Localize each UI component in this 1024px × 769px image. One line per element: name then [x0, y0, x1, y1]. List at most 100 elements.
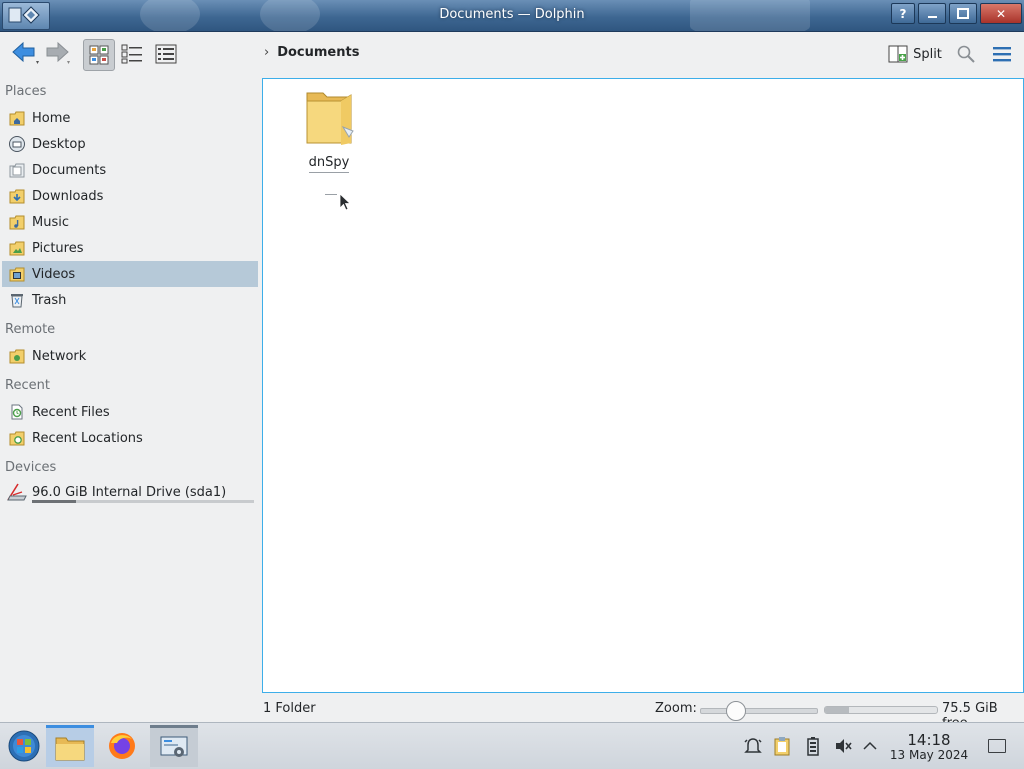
- restore-icon: [957, 8, 969, 19]
- place-label: Desktop: [32, 136, 86, 152]
- compact-view-button[interactable]: [118, 39, 146, 69]
- place-label: Recent Locations: [32, 430, 143, 446]
- music-folder-icon: [6, 211, 28, 233]
- volume-button[interactable]: [832, 735, 854, 757]
- details-view-button[interactable]: [152, 39, 180, 69]
- icons-view-button[interactable]: [83, 39, 115, 71]
- clock-date[interactable]: 13 May 2024: [888, 748, 970, 762]
- taskbar-dolphin[interactable]: [46, 725, 94, 767]
- network-folder-icon: [6, 345, 28, 367]
- place-recent-locations[interactable]: Recent Locations: [2, 425, 258, 451]
- minimize-icon: [927, 15, 937, 18]
- split-button[interactable]: Split: [886, 39, 944, 69]
- status-bar: 1 Folder Zoom: 75.5 GiB free: [0, 696, 1024, 731]
- desktop-icon: [6, 133, 28, 155]
- search-button[interactable]: [952, 39, 980, 69]
- hamburger-menu-icon: [993, 47, 1011, 62]
- home-folder-icon: [6, 107, 28, 129]
- chevron-right-icon: ›: [264, 45, 270, 60]
- volume-muted-icon: [836, 739, 852, 753]
- main-menu-button[interactable]: [988, 39, 1016, 69]
- expand-tray-button[interactable]: [859, 735, 881, 757]
- recent-locations-icon: [6, 427, 28, 449]
- place-label: Network: [32, 348, 87, 364]
- folder-label: dnSpy: [308, 155, 350, 173]
- zoom-label: Zoom:: [655, 701, 697, 716]
- breadcrumb-documents[interactable]: Documents: [277, 45, 359, 60]
- documents-folder-icon: [6, 159, 28, 181]
- details-view-icon: [155, 44, 177, 64]
- place-trash[interactable]: Trash: [2, 287, 258, 313]
- place-label: Music: [32, 214, 69, 230]
- clipboard-icon: [774, 737, 790, 756]
- selection-indicator: [325, 194, 337, 195]
- folder-icon: [306, 92, 354, 145]
- place-music[interactable]: Music: [2, 209, 258, 235]
- help-icon: ?: [899, 6, 907, 21]
- place-documents[interactable]: Documents: [2, 157, 258, 183]
- section-title-recent: Recent: [5, 378, 50, 393]
- clipboard-button[interactable]: [771, 735, 793, 757]
- trash-icon: [6, 289, 28, 311]
- window-title: Documents — Dolphin: [439, 7, 585, 22]
- section-title-devices: Devices: [5, 460, 57, 475]
- battery-button[interactable]: [802, 735, 824, 757]
- close-button[interactable]: ✕: [980, 3, 1022, 24]
- window-titlebar[interactable]: Documents — Dolphin ? ✕: [0, 0, 1024, 32]
- taskbar: 14:18 13 May 2024: [0, 722, 1024, 769]
- breadcrumb[interactable]: › Documents: [264, 45, 359, 60]
- zoom-slider-handle[interactable]: [725, 701, 746, 721]
- arrow-right-icon: [46, 41, 70, 64]
- drive-usage-bar: [32, 500, 254, 503]
- file-manager-icon: [55, 737, 85, 760]
- section-title-places: Places: [5, 84, 47, 99]
- place-label: Downloads: [32, 188, 104, 204]
- system-settings-icon: [160, 736, 188, 757]
- place-downloads[interactable]: Downloads: [2, 183, 258, 209]
- file-view[interactable]: dnSpy: [262, 78, 1024, 693]
- maximize-button[interactable]: [949, 3, 977, 24]
- folder-item-dnspy[interactable]: dnSpy: [299, 87, 359, 173]
- taskbar-system-settings[interactable]: [150, 725, 198, 767]
- icons-view-icon: [89, 45, 109, 65]
- place-home[interactable]: Home: [2, 105, 258, 131]
- search-icon: [957, 45, 975, 63]
- back-button[interactable]: [8, 39, 42, 69]
- place-videos[interactable]: Videos: [2, 261, 258, 287]
- close-icon: ✕: [995, 6, 1007, 21]
- videos-folder-icon: [6, 263, 28, 285]
- zoom-slider[interactable]: [700, 701, 818, 721]
- split-label: Split: [913, 46, 942, 62]
- battery-icon: [807, 737, 819, 756]
- split-view-icon: [888, 45, 908, 63]
- minimize-button[interactable]: [918, 3, 946, 24]
- place-network[interactable]: Network: [2, 343, 258, 369]
- place-desktop[interactable]: Desktop: [2, 131, 258, 157]
- taskbar-firefox[interactable]: [98, 725, 146, 767]
- place-label: Trash: [32, 292, 67, 308]
- notifications-icon: [744, 738, 762, 753]
- place-pictures[interactable]: Pictures: [2, 235, 258, 261]
- start-menu-button[interactable]: [0, 725, 48, 767]
- notifications-button[interactable]: [742, 735, 764, 757]
- recent-files-icon: [6, 401, 28, 423]
- place-label: Documents: [32, 162, 107, 178]
- place-label: Recent Files: [32, 404, 110, 420]
- help-button[interactable]: ?: [891, 3, 915, 24]
- compact-view-icon: [121, 44, 142, 64]
- main-toolbar: › Documents Split: [0, 31, 1024, 77]
- drive-usage-fill: [32, 500, 77, 503]
- downloads-folder-icon: [6, 185, 28, 207]
- place-label: Videos: [32, 266, 76, 282]
- clock-time[interactable]: 14:18: [890, 731, 968, 749]
- free-space-fill: [825, 707, 849, 713]
- places-panel: Places Home Desktop Documents Downloads …: [0, 80, 262, 720]
- expand-tray-icon: [863, 741, 877, 750]
- place-label: Home: [32, 110, 71, 126]
- mouse-cursor-icon: [339, 193, 352, 211]
- place-label: 96.0 GiB Internal Drive (sda1): [32, 484, 227, 500]
- show-desktop-button[interactable]: [988, 739, 1006, 753]
- forward-button[interactable]: [44, 39, 74, 69]
- place-recent-files[interactable]: Recent Files: [2, 399, 258, 425]
- free-space-bar[interactable]: [824, 706, 938, 714]
